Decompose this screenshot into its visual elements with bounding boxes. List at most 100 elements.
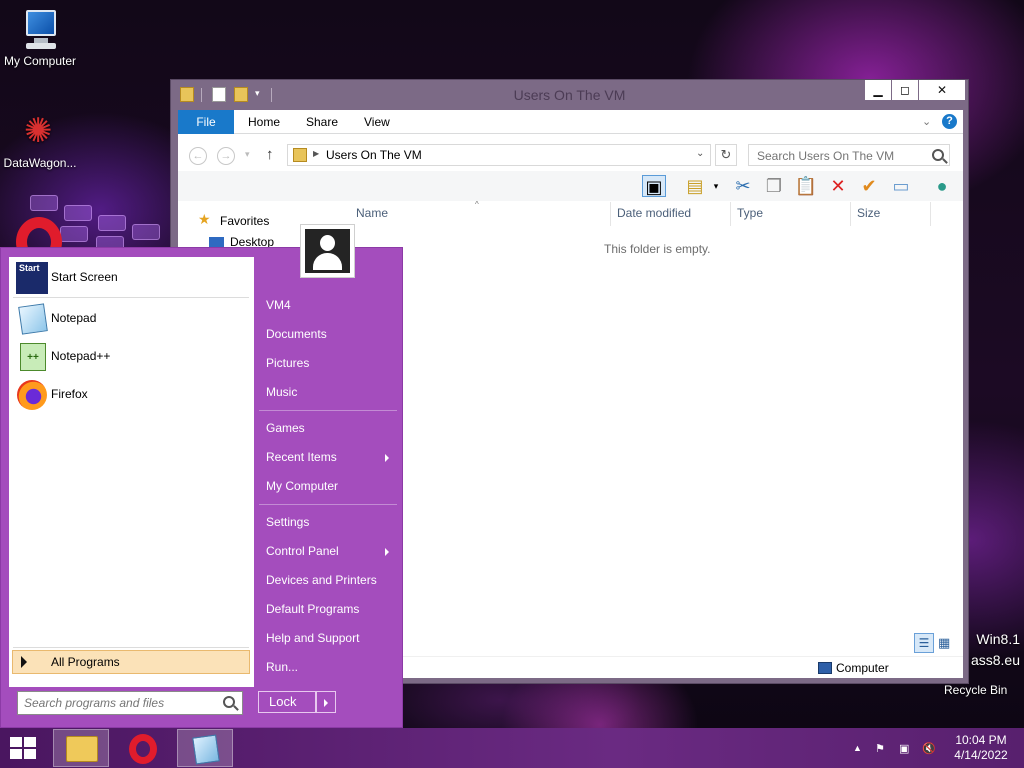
start-item-notepad[interactable]: Notepad xyxy=(14,302,250,336)
wallpaper-key xyxy=(98,215,126,231)
start-link-documents[interactable]: Documents xyxy=(266,327,327,341)
start-link-pictures[interactable]: Pictures xyxy=(266,356,309,370)
rename-icon[interactable]: ✔ xyxy=(857,175,881,197)
separator xyxy=(259,504,397,505)
window-title: Users On The VM xyxy=(513,87,626,103)
properties-icon[interactable]: ▭ xyxy=(889,175,913,197)
start-link-music[interactable]: Music xyxy=(266,385,297,399)
sort-arrow-icon: ^ xyxy=(475,200,479,209)
toolbar: ▣ ▤ ▾ ✂ ❐ 📋 ✕ ✔ ▭ ● xyxy=(178,171,963,201)
globe-icon[interactable]: ● xyxy=(930,175,954,197)
column-separator[interactable] xyxy=(850,202,851,226)
search-field[interactable] xyxy=(748,144,950,166)
notepad-icon xyxy=(18,303,48,335)
start-link-vm4[interactable]: VM4 xyxy=(266,298,291,312)
start-link-control-panel[interactable]: Control Panel xyxy=(266,544,339,558)
wallpaper-key xyxy=(30,195,58,211)
up-arrow-icon[interactable]: ↑ xyxy=(266,146,274,163)
forward-icon[interactable]: → xyxy=(217,147,235,165)
back-icon[interactable]: ← xyxy=(189,147,207,165)
system-clock[interactable]: 10:04 PM 4/14/2022 xyxy=(946,733,1016,763)
preview-pane-icon[interactable]: ▣ xyxy=(642,175,666,197)
start-link-help-and-support[interactable]: Help and Support xyxy=(266,631,359,645)
tab-share[interactable]: Share xyxy=(292,110,352,134)
close-button[interactable]: ✕ xyxy=(919,80,965,100)
recent-locations-icon[interactable]: ▾ xyxy=(245,149,250,160)
tab-file[interactable]: File xyxy=(178,110,234,134)
taskbar-opera[interactable] xyxy=(115,729,171,767)
start-link-recent-items[interactable]: Recent Items xyxy=(266,450,337,464)
chevron-down-icon[interactable]: ⌄ xyxy=(922,115,931,128)
column-separator[interactable] xyxy=(930,202,931,226)
breadcrumb-arrow-icon[interactable]: ▶ xyxy=(313,149,319,158)
submenu-arrow-icon xyxy=(385,548,389,556)
network-icon[interactable]: ▣ xyxy=(899,742,909,755)
wallpaper-key xyxy=(64,205,92,221)
delete-icon[interactable]: ✕ xyxy=(826,175,850,197)
desktop-icon-my-computer[interactable]: My Computer xyxy=(0,8,80,68)
ribbon-tabs: File Home Share View ⌄ ? xyxy=(178,110,963,134)
search-input[interactable] xyxy=(757,149,927,163)
address-bar[interactable]: ▶ Users On The VM ⌄ xyxy=(287,144,711,166)
tab-view[interactable]: View xyxy=(350,110,404,134)
power-options-arrow[interactable] xyxy=(316,691,336,713)
title-bar[interactable]: ▾ Users On The VM ▁ ◻ ✕ xyxy=(171,80,968,110)
notepad-icon xyxy=(192,734,220,765)
taskbar-file-explorer[interactable] xyxy=(53,729,109,767)
column-size[interactable]: Size xyxy=(857,206,880,220)
start-item-label: Notepad++ xyxy=(51,349,111,363)
start-link-default-programs[interactable]: Default Programs xyxy=(266,602,359,616)
all-programs-button[interactable]: All Programs xyxy=(12,650,250,674)
search-icon[interactable] xyxy=(932,149,944,161)
start-link-run[interactable]: Run... xyxy=(266,660,298,674)
status-location-label: Computer xyxy=(836,661,889,675)
start-menu-programs-pane: Start Start Screen Notepad ++ Notepad++ … xyxy=(9,257,254,687)
desktop-icon-recycle-bin[interactable]: Recycle Bin xyxy=(944,683,1007,697)
start-item-notepad-plus-plus[interactable]: ++ Notepad++ xyxy=(14,340,250,374)
computer-icon xyxy=(818,662,832,674)
action-center-flag-icon[interactable]: ⚑ xyxy=(875,742,885,755)
start-link-settings[interactable]: Settings xyxy=(266,515,309,529)
chevron-down-icon[interactable]: ⌄ xyxy=(696,148,704,159)
maximize-button[interactable]: ◻ xyxy=(892,80,918,100)
chevron-down-icon[interactable]: ▾ xyxy=(704,175,728,197)
paste-icon[interactable]: 📋 xyxy=(794,175,818,197)
start-link-devices-and-printers[interactable]: Devices and Printers xyxy=(266,573,377,587)
show-hidden-icons-icon[interactable]: ▲ xyxy=(853,743,862,753)
status-location: Computer xyxy=(818,661,889,675)
copy-icon[interactable]: ❐ xyxy=(762,175,786,197)
nav-favorites[interactable]: Favorites xyxy=(220,214,269,228)
arrow-right-icon xyxy=(21,656,27,668)
lock-button[interactable]: Lock xyxy=(258,691,316,713)
large-icons-view-icon[interactable]: ▦ xyxy=(938,635,950,651)
refresh-icon[interactable]: ↻ xyxy=(715,144,737,166)
all-programs-label: All Programs xyxy=(51,655,120,669)
column-date-modified[interactable]: Date modified xyxy=(617,206,691,220)
start-button[interactable] xyxy=(10,737,38,759)
start-item-firefox[interactable]: Firefox xyxy=(14,378,250,412)
help-icon[interactable]: ? xyxy=(942,114,957,129)
start-item-start-screen[interactable]: Start Start Screen xyxy=(14,261,250,295)
user-avatar[interactable] xyxy=(300,224,355,278)
column-separator[interactable] xyxy=(730,202,731,226)
opera-icon[interactable] xyxy=(16,217,62,247)
minimize-button[interactable]: ▁ xyxy=(865,80,891,100)
search-icon[interactable] xyxy=(223,696,235,708)
start-link-games[interactable]: Games xyxy=(266,421,305,435)
wallpaper-key xyxy=(60,226,88,242)
desktop-icon-datawagon[interactable]: ✺ DataWagon... xyxy=(0,110,80,170)
start-search-input[interactable] xyxy=(24,696,214,710)
volume-muted-icon[interactable]: 🔇 xyxy=(922,742,936,755)
start-link-my-computer[interactable]: My Computer xyxy=(266,479,338,493)
details-view-icon[interactable]: ☰ xyxy=(914,633,934,653)
column-name[interactable]: Name xyxy=(356,206,388,220)
start-search-field[interactable] xyxy=(17,691,243,715)
start-item-label: Start Screen xyxy=(51,270,118,284)
tab-home[interactable]: Home xyxy=(234,110,294,134)
column-separator[interactable] xyxy=(610,202,611,226)
start-item-label: Firefox xyxy=(51,387,88,401)
separator xyxy=(13,297,249,298)
column-type[interactable]: Type xyxy=(737,206,763,220)
cut-icon[interactable]: ✂ xyxy=(731,175,755,197)
taskbar-notepad[interactable] xyxy=(177,729,233,767)
